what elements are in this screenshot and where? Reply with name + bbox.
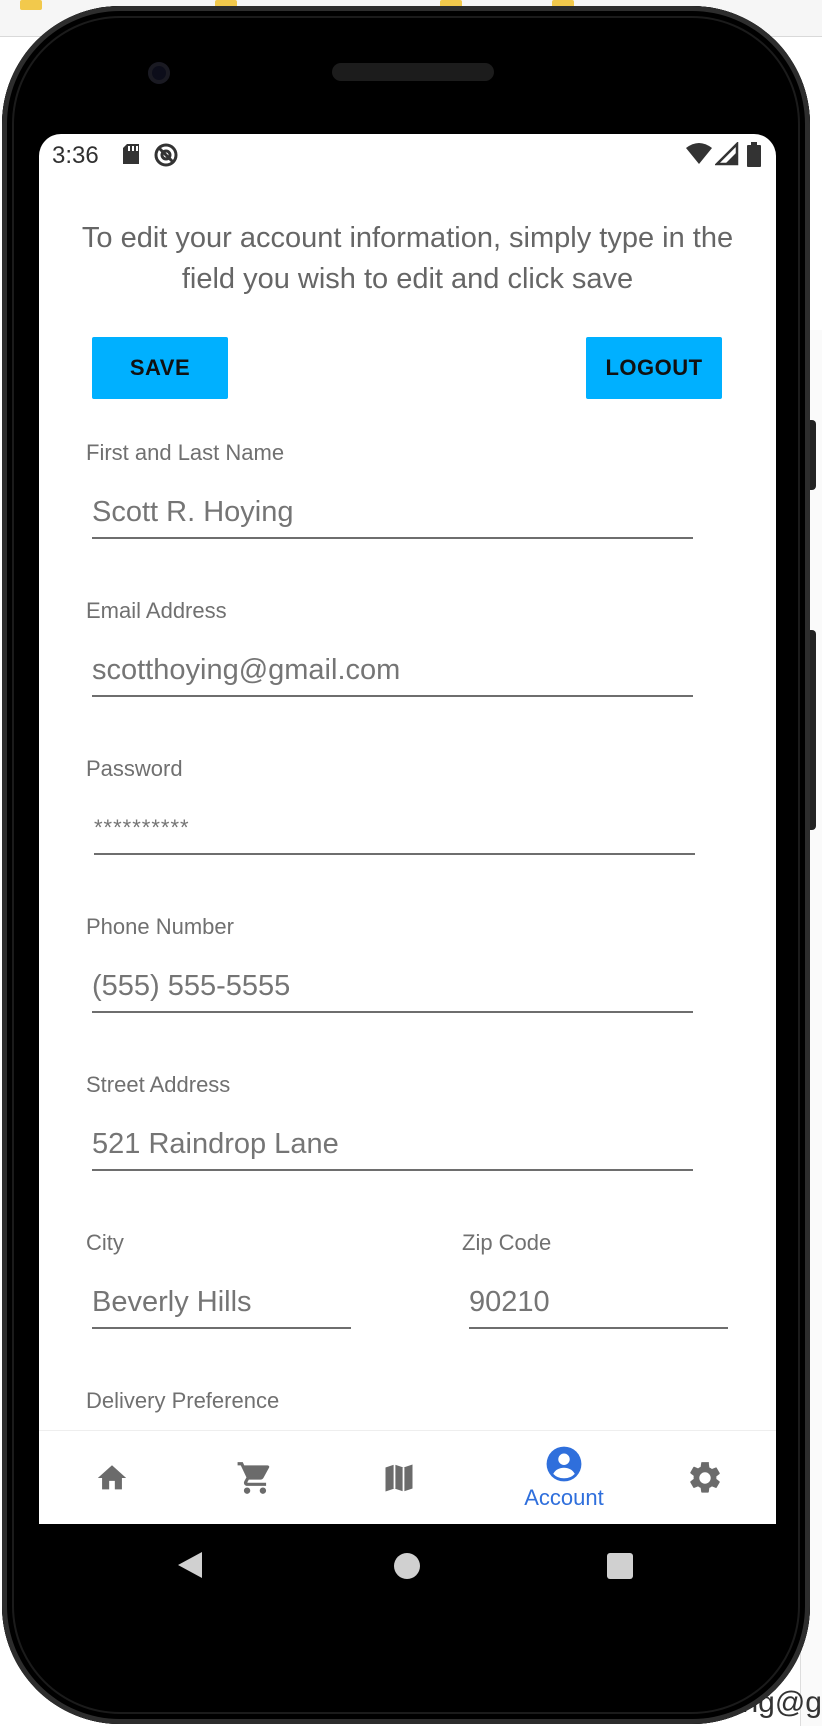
- map-icon: [385, 1464, 413, 1492]
- volume-button: [810, 420, 816, 490]
- edit-instructions: To edit your account information, simply…: [81, 222, 734, 295]
- status-bar: 3:36: [39, 134, 776, 174]
- sd-card-icon: [123, 144, 139, 164]
- password-input[interactable]: [94, 803, 695, 855]
- nav-item-account[interactable]: Account: [504, 1431, 624, 1524]
- nav-item-cart[interactable]: [217, 1431, 293, 1524]
- delivery-field-label: Delivery Preference: [86, 1388, 280, 1413]
- cart-icon: [237, 1462, 270, 1494]
- email-input[interactable]: [92, 645, 693, 697]
- no-disturb-icon: [154, 143, 178, 167]
- status-time: 3:36: [52, 142, 99, 169]
- back-icon[interactable]: [178, 1552, 202, 1578]
- recent-apps-icon[interactable]: [607, 1553, 633, 1579]
- app-screen: 3:36 To edit your account information, s…: [39, 134, 776, 1524]
- power-button: [810, 630, 816, 830]
- home-button-icon[interactable]: [394, 1553, 420, 1579]
- phone-input[interactable]: [92, 961, 693, 1013]
- street-input[interactable]: [92, 1119, 693, 1171]
- city-field-label: City: [86, 1230, 124, 1255]
- front-camera: [148, 62, 170, 84]
- email-field-label: Email Address: [86, 598, 227, 623]
- cellular-icon: [715, 142, 739, 166]
- logout-button[interactable]: LOGOUT: [586, 337, 722, 399]
- street-field-label: Street Address: [86, 1072, 231, 1097]
- bottom-navigation: Account: [39, 1430, 776, 1524]
- phone-field-label: Phone Number: [86, 914, 234, 939]
- earpiece-speaker: [332, 63, 494, 81]
- gear-icon: [690, 1462, 720, 1493]
- nav-item-map[interactable]: [361, 1431, 437, 1524]
- nav-item-home[interactable]: [74, 1431, 150, 1524]
- nav-item-account-label: Account: [524, 1485, 604, 1510]
- wifi-icon: [686, 143, 712, 164]
- battery-icon: [747, 142, 761, 167]
- zip-field-label: Zip Code: [462, 1230, 552, 1255]
- folder-icon: [20, 0, 42, 10]
- zip-input[interactable]: [469, 1277, 728, 1329]
- account-icon: [546, 1446, 582, 1482]
- name-field-label: First and Last Name: [86, 440, 285, 465]
- save-button[interactable]: SAVE: [92, 337, 228, 399]
- name-input[interactable]: [92, 487, 693, 539]
- password-field-label: Password: [86, 756, 183, 781]
- nav-item-settings[interactable]: [667, 1431, 743, 1524]
- city-input[interactable]: [92, 1277, 351, 1329]
- home-icon: [97, 1465, 127, 1490]
